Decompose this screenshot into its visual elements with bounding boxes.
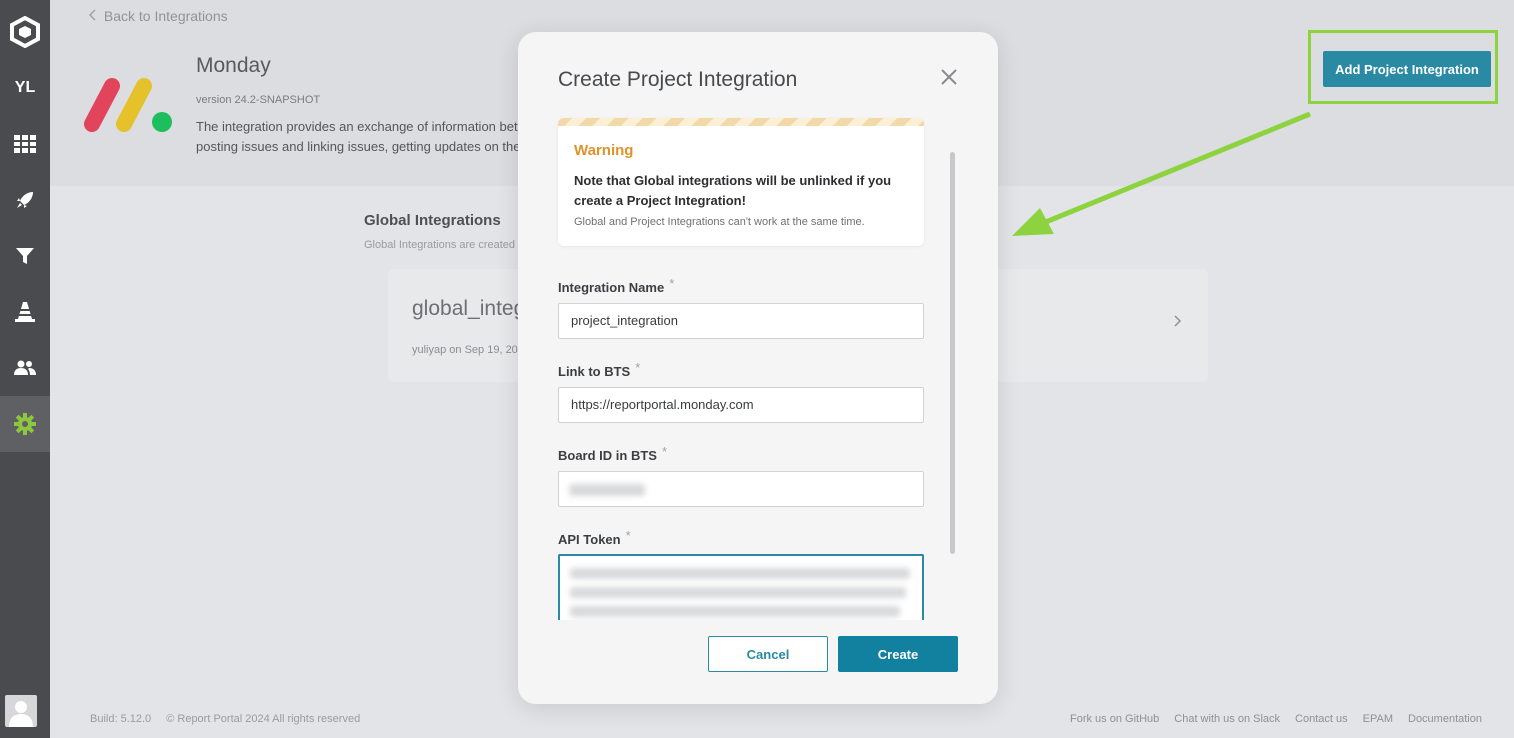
warning-stripe bbox=[558, 118, 924, 126]
modal-scrollbar[interactable] bbox=[950, 152, 955, 554]
warning-note: Global and Project Integrations can't wo… bbox=[574, 216, 865, 228]
description-line: posting issues and linking issues, getti… bbox=[196, 139, 521, 154]
monday-logo-icon bbox=[80, 74, 176, 139]
global-integration-meta: yuliyap on Sep 19, 2024 bbox=[412, 344, 531, 356]
add-project-integration-button[interactable]: Add Project Integration bbox=[1323, 51, 1491, 87]
board-id-input[interactable] bbox=[558, 471, 924, 507]
cancel-button[interactable]: Cancel bbox=[708, 636, 828, 672]
description-line: The integration provides an exchange of … bbox=[196, 119, 518, 134]
avatar[interactable] bbox=[5, 695, 37, 727]
footer-link-contact[interactable]: Contact us bbox=[1295, 713, 1348, 725]
integration-name-label: Integration Name * bbox=[558, 276, 674, 295]
footer-link-epam[interactable]: EPAM bbox=[1363, 713, 1393, 725]
rocket-launches-icon[interactable] bbox=[0, 172, 50, 228]
integration-description: The integration provides an exchange of … bbox=[196, 117, 526, 157]
required-mark: * bbox=[669, 276, 675, 291]
build-version: Build: 5.12.0 bbox=[90, 713, 152, 725]
back-link-label: Back to Integrations bbox=[103, 8, 228, 24]
modal-title: Create Project Integration bbox=[558, 68, 798, 91]
close-icon[interactable] bbox=[940, 68, 958, 86]
field-label: Link to BTS bbox=[558, 364, 631, 379]
chevron-right-icon bbox=[1174, 315, 1182, 327]
integration-title: Monday bbox=[196, 54, 271, 77]
integration-name-input[interactable]: project_integration bbox=[558, 303, 924, 339]
footer-links: Fork us on GitHub Chat with us on Slack … bbox=[1070, 713, 1482, 725]
dashboard-grid-icon[interactable] bbox=[0, 116, 50, 172]
field-label: API Token bbox=[558, 532, 621, 547]
board-id-label: Board ID in BTS * bbox=[558, 444, 667, 463]
back-to-integrations-link[interactable]: Back to Integrations bbox=[88, 8, 228, 24]
members-icon[interactable] bbox=[0, 340, 50, 396]
annotation-arrow bbox=[1012, 111, 1311, 236]
api-token-textarea[interactable] bbox=[558, 554, 924, 622]
global-integration-name: global_integ bbox=[412, 297, 526, 320]
logo-hexagon-icon[interactable] bbox=[0, 4, 50, 60]
blurred-value bbox=[570, 606, 900, 617]
sidebar: YL bbox=[0, 0, 50, 738]
copyright: © Report Portal 2024 All rights reserved bbox=[166, 713, 361, 725]
highlight-box: Add Project Integration bbox=[1308, 30, 1498, 104]
api-token-label: API Token * bbox=[558, 528, 631, 547]
blurred-value bbox=[570, 568, 910, 579]
user-initials[interactable]: YL bbox=[0, 60, 50, 116]
chevron-left-icon bbox=[88, 9, 96, 21]
footer-left: Build: 5.12.0 © Report Portal 2024 All r… bbox=[90, 713, 372, 725]
debug-cone-icon[interactable] bbox=[0, 284, 50, 340]
required-mark: * bbox=[661, 444, 668, 459]
warning-box: Warning Note that Global integrations wi… bbox=[558, 118, 924, 246]
field-label: Board ID in BTS bbox=[558, 448, 657, 463]
blurred-value bbox=[569, 484, 645, 496]
link-to-bts-input[interactable]: https://reportportal.monday.com bbox=[558, 387, 924, 423]
footer-link-github[interactable]: Fork us on GitHub bbox=[1070, 713, 1159, 725]
integration-version: version 24.2-SNAPSHOT bbox=[196, 94, 321, 106]
create-button[interactable]: Create bbox=[838, 636, 958, 672]
filter-icon[interactable] bbox=[0, 228, 50, 284]
footer-link-documentation[interactable]: Documentation bbox=[1408, 713, 1482, 725]
settings-gear-icon[interactable] bbox=[0, 396, 50, 452]
create-project-integration-modal: Create Project Integration Warning Note … bbox=[518, 32, 998, 704]
required-mark: * bbox=[635, 360, 641, 375]
warning-message: Note that Global integrations will be un… bbox=[574, 173, 892, 208]
field-label: Integration Name bbox=[558, 280, 665, 295]
blurred-value bbox=[570, 587, 906, 598]
link-to-bts-label: Link to BTS * bbox=[558, 360, 640, 379]
global-integrations-subtitle: Global Integrations are created bbox=[364, 239, 516, 251]
global-integrations-title: Global Integrations bbox=[364, 212, 501, 229]
footer-link-slack[interactable]: Chat with us on Slack bbox=[1174, 713, 1280, 725]
required-mark: * bbox=[625, 528, 631, 543]
warning-title: Warning bbox=[574, 142, 634, 159]
